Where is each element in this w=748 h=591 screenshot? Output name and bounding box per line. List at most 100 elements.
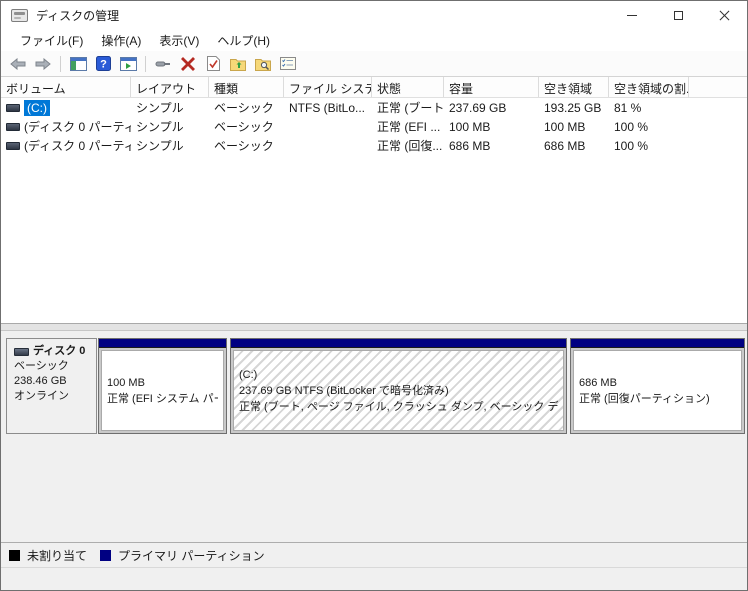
volume-status: 正常 (EFI ... [377, 120, 441, 134]
disk-type: ベーシック [14, 360, 69, 372]
pane-splitter[interactable] [1, 323, 747, 331]
titlebar: ディスクの管理 [1, 1, 747, 29]
back-button[interactable] [7, 53, 29, 75]
partition-color-bar [571, 339, 744, 348]
show-action-pane-button[interactable] [117, 53, 139, 75]
volume-free: 686 MB [544, 138, 586, 153]
volume-free: 193.25 GB [544, 100, 602, 115]
help-icon: ? [95, 56, 111, 71]
volume-name: (ディスク 0 パーティシ... [24, 139, 131, 153]
check-document-icon [206, 56, 220, 71]
disk-size: 238.46 GB [14, 375, 67, 387]
volume-status: 正常 (回復... [377, 139, 443, 153]
close-button[interactable] [701, 1, 747, 29]
delete-x-icon [181, 56, 195, 71]
properties-button[interactable] [277, 53, 299, 75]
minimize-button[interactable] [609, 1, 655, 29]
volume-free-percent: 81 % [614, 100, 642, 115]
back-arrow-icon [10, 57, 26, 70]
col-header-free-space[interactable]: 空き領域 [539, 77, 609, 97]
partition-c-drive[interactable]: (C:) 237.69 GB NTFS (BitLocker で暗号化済み) 正… [230, 338, 567, 434]
disk-0-label-panel[interactable]: ディスク 0 ベーシック 238.46 GB オンライン [6, 338, 97, 434]
volume-row-recovery[interactable]: (ディスク 0 パーティシ... シンプル ベーシック 正常 (回復... 68… [1, 136, 747, 155]
delete-volume-button[interactable] [177, 53, 199, 75]
action-pane-icon [119, 56, 137, 71]
disk-name: ディスク 0 [33, 345, 86, 357]
partition-size-fs: 237.69 GB NTFS (BitLocker で暗号化済み) [239, 384, 449, 397]
svg-text:?: ? [100, 59, 107, 71]
partition-status: 正常 (ブート, ページ ファイル, クラッシュ ダンプ, ベーシック データ … [239, 400, 558, 413]
partition-recovery[interactable]: 686 MB 正常 (回復パーティション) [570, 338, 745, 434]
col-header-filesystem[interactable]: ファイル システム [284, 77, 372, 97]
maximize-button[interactable] [655, 1, 701, 29]
maximize-icon [673, 10, 683, 20]
volume-status: 正常 (ブート... [377, 101, 444, 115]
tools-button[interactable] [152, 53, 174, 75]
col-header-type[interactable]: 種類 [209, 77, 284, 97]
disk-icon [14, 347, 29, 356]
legend-bar: 未割り当て プライマリ パーティション [1, 542, 747, 568]
window-title: ディスクの管理 [36, 8, 120, 23]
volume-filesystem: NTFS (BitLo... [289, 100, 366, 115]
disk-graphical-view: ディスク 0 ベーシック 238.46 GB オンライン 100 MB 正常 (… [1, 331, 747, 542]
partition-size: 686 MB [579, 376, 617, 389]
volume-capacity: 100 MB [449, 119, 491, 134]
forward-button[interactable] [32, 53, 54, 75]
toolbar-separator [145, 55, 146, 72]
folder-up-icon [230, 58, 246, 71]
open-folder-button[interactable] [227, 53, 249, 75]
menu-view[interactable]: 表示(V) [150, 30, 208, 51]
volume-row-c[interactable]: (C:) シンプル ベーシック NTFS (BitLo... 正常 (ブート..… [1, 98, 747, 117]
primary-partition-swatch [100, 549, 112, 561]
properties-list-icon [280, 57, 296, 70]
close-icon [719, 10, 730, 21]
volume-icon [6, 103, 20, 112]
toolbar: ? [1, 51, 747, 77]
volume-row-efi[interactable]: (ディスク 0 パーティシ... シンプル ベーシック 正常 (EFI ... … [1, 117, 747, 136]
volume-table-header: ボリューム レイアウト 種類 ファイル システム 状態 容量 空き領域 空き領域… [1, 77, 747, 98]
forward-arrow-icon [35, 57, 51, 70]
toolbar-separator [60, 55, 61, 72]
menu-help[interactable]: ヘルプ(H) [208, 30, 279, 51]
volume-layout: シンプル [136, 139, 184, 153]
volume-name: (C:) [24, 99, 50, 116]
menu-action[interactable]: 操作(A) [92, 30, 150, 51]
explore-folder-button[interactable] [252, 53, 274, 75]
volume-layout: シンプル [136, 120, 184, 134]
show-console-tree-button[interactable] [67, 53, 89, 75]
menubar: ファイル(F) 操作(A) 表示(V) ヘルプ(H) [1, 29, 747, 51]
unallocated-swatch [9, 549, 20, 561]
volume-free-percent: 100 % [614, 138, 649, 153]
partition-efi-system[interactable]: 100 MB 正常 (EFI システム パーティション) [98, 338, 227, 434]
partition-color-bar [231, 339, 566, 348]
col-header-capacity[interactable]: 容量 [444, 77, 539, 97]
col-header-free-percent[interactable]: 空き領域の割... [609, 77, 689, 97]
help-button[interactable]: ? [92, 53, 114, 75]
partition-status: 正常 (回復パーティション) [579, 392, 710, 405]
bottom-strip [1, 568, 747, 590]
col-header-status[interactable]: 状態 [372, 77, 444, 97]
volume-layout: シンプル [136, 101, 184, 115]
partition-color-bar [99, 339, 226, 348]
volume-free-percent: 100 % [614, 119, 649, 134]
screwdriver-icon [155, 61, 170, 66]
disk-status: オンライン [14, 390, 69, 402]
volume-icon [6, 141, 20, 150]
menu-file[interactable]: ファイル(F) [11, 30, 92, 51]
primary-partition-label: プライマリ パーティション [118, 548, 265, 563]
col-header-layout[interactable]: レイアウト [131, 77, 209, 97]
partition-size: 100 MB [107, 376, 145, 389]
disk-management-window: ディスクの管理 ファイル(F) 操作(A) 表示(V) ヘルプ(H) ? ボリュ… [0, 0, 748, 591]
col-header-volume[interactable]: ボリューム [1, 77, 131, 97]
volume-free: 100 MB [544, 119, 586, 134]
volume-capacity: 237.69 GB [449, 100, 507, 115]
volume-icon [6, 122, 20, 131]
volume-type: ベーシック [214, 101, 274, 115]
volume-type: ベーシック [214, 139, 274, 153]
unallocated-label: 未割り当て [27, 548, 88, 563]
folder-search-icon [255, 58, 271, 71]
commit-document-button[interactable] [202, 53, 224, 75]
console-tree-icon [69, 56, 87, 71]
partition-label: (C:) [239, 368, 258, 381]
minimize-icon [627, 14, 637, 16]
